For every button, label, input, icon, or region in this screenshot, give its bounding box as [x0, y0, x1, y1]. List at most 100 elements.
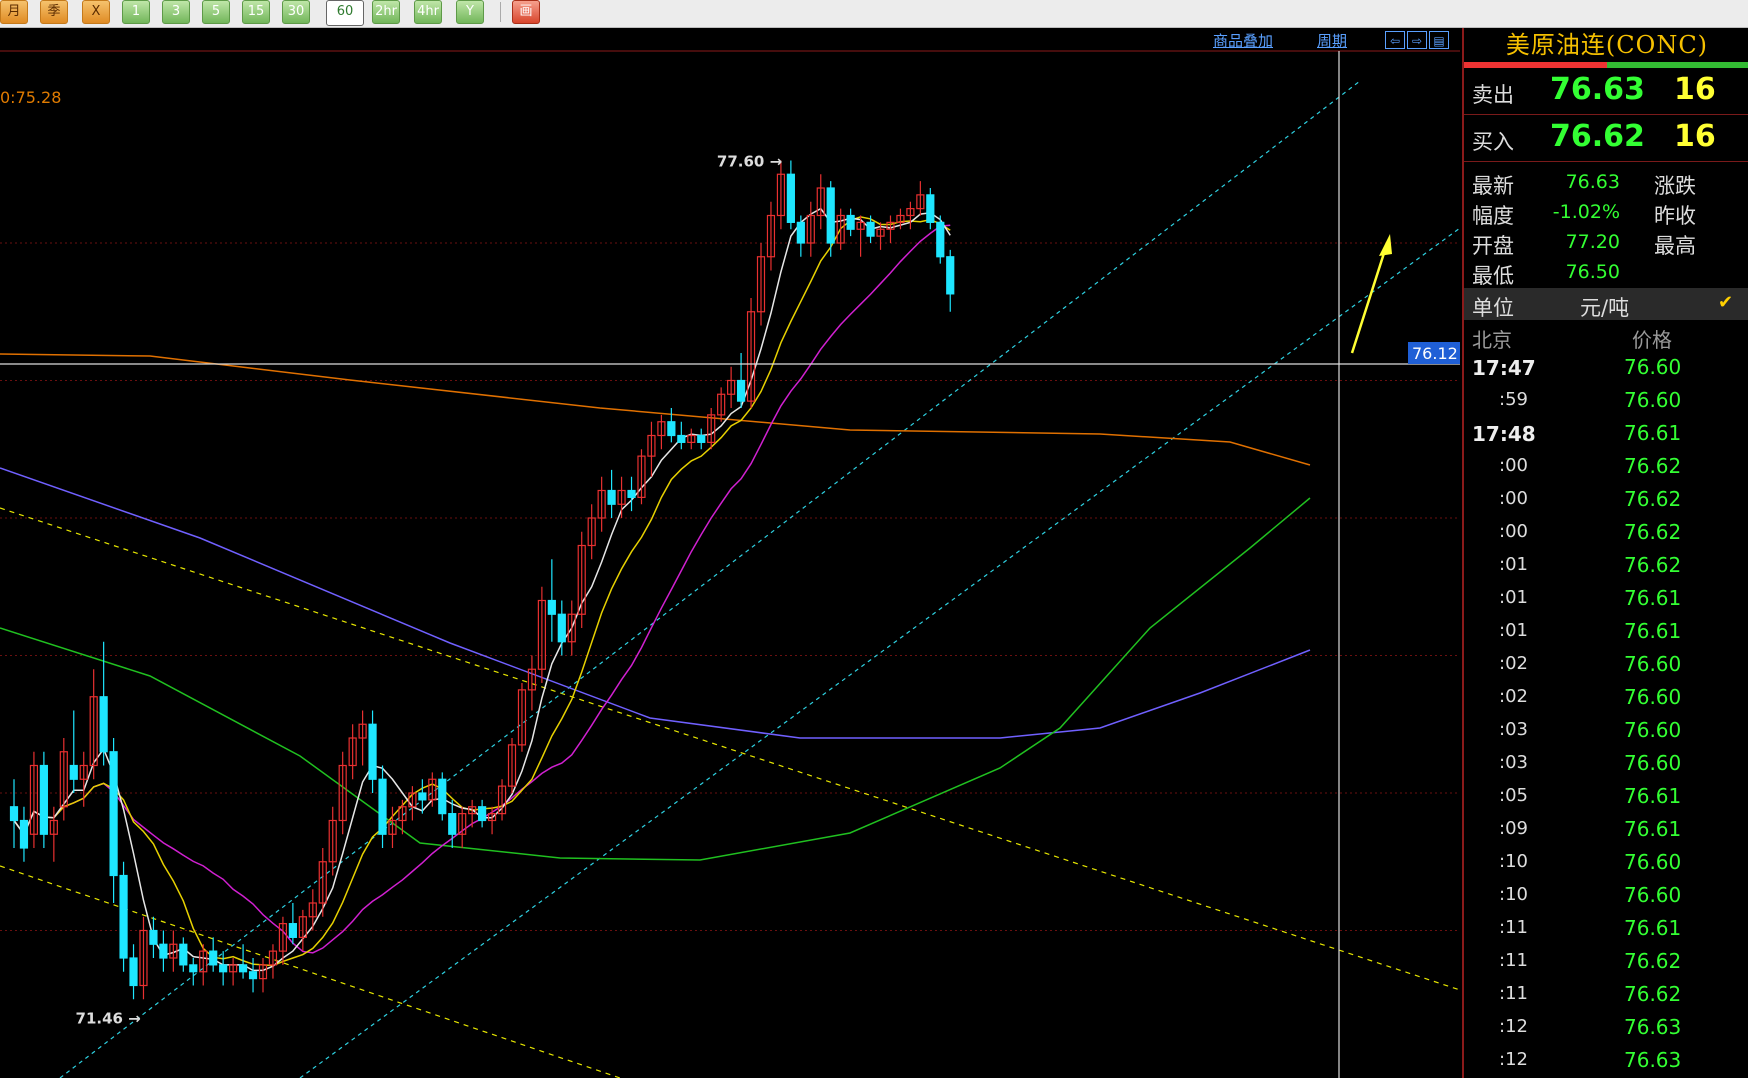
- candle-body: [478, 806, 487, 822]
- candle-body: [248, 971, 258, 980]
- tick-time: :11: [1499, 983, 1528, 1004]
- tick-row: :10 76.60: [1464, 878, 1748, 911]
- tick-time: :09: [1499, 818, 1528, 839]
- candle-body: [866, 221, 875, 237]
- buy-volume: 16: [1674, 119, 1716, 154]
- downtrend-line: [0, 507, 1460, 991]
- candle-body: [368, 723, 377, 780]
- candle-body: [129, 957, 138, 987]
- buy-price: 76.62: [1550, 119, 1645, 154]
- candle-body: [189, 964, 198, 973]
- toolbar-button-Y[interactable]: Y: [456, 0, 484, 24]
- ma60-line: [0, 497, 1311, 861]
- tick-row: :01 76.62: [1464, 548, 1748, 581]
- toolbar-button-2hr[interactable]: 2hr: [372, 0, 400, 24]
- candle-body: [796, 221, 805, 244]
- annotation-arrow-head: [1379, 234, 1392, 256]
- chart-canvas[interactable]: 77.60 → 71.46 → 76.12: [0, 28, 1460, 1078]
- tick-price: 76.62: [1624, 454, 1682, 478]
- candle-body: [149, 929, 158, 945]
- info-label: 幅度: [1472, 204, 1514, 228]
- toolbar-button-X[interactable]: X: [82, 0, 110, 24]
- sell-volume: 16: [1674, 72, 1716, 107]
- tick-time: :00: [1499, 521, 1528, 542]
- downtrend-line: [0, 865, 621, 1078]
- tick-price: 76.63: [1624, 1015, 1682, 1039]
- chart-toolbar: 月季 X 1 3 5 15 30 60 2hr 4hr Y 画: [0, 0, 1748, 28]
- ma-readout: 0:75.28: [0, 88, 62, 107]
- scroll-right-icon[interactable]: ⇨: [1407, 31, 1427, 49]
- sell-row[interactable]: 卖出 76.63 16: [1464, 68, 1748, 115]
- unit-row: 单位 元/吨 ✔: [1464, 288, 1748, 320]
- tick-price: 76.60: [1624, 652, 1682, 676]
- tick-row: :10 76.60: [1464, 845, 1748, 878]
- buy-label: 买入: [1472, 130, 1514, 154]
- period-link[interactable]: 周期: [1317, 30, 1347, 51]
- info-value: 76.50: [1565, 261, 1620, 283]
- toolbar-button-1[interactable]: 1: [122, 0, 150, 24]
- tick-row: :12 76.63: [1464, 1010, 1748, 1043]
- tick-price: 76.62: [1624, 487, 1682, 511]
- toolbar-button-4hr[interactable]: 4hr: [414, 0, 442, 24]
- toolbar-button-3[interactable]: 3: [162, 0, 190, 24]
- toolbar-button-60[interactable]: 60: [326, 0, 364, 26]
- candle-body: [179, 943, 188, 966]
- buy-row[interactable]: 买入 76.62 16: [1464, 115, 1748, 162]
- toolbar-separator: [500, 2, 501, 22]
- candle-body: [607, 489, 616, 505]
- tick-price: 76.60: [1624, 388, 1682, 412]
- toolbar-button-月[interactable]: 月: [0, 0, 28, 24]
- tick-row: :11 76.62: [1464, 944, 1748, 977]
- candle-body: [69, 764, 78, 780]
- candlestick-chart[interactable]: 77.60 → 71.46 → 76.12 0:75.28: [0, 28, 1460, 1078]
- high-label: 77.60 →: [717, 153, 782, 171]
- tick-time: :01: [1499, 620, 1528, 641]
- tick-time: :59: [1499, 389, 1528, 410]
- tick-header-price: 价格: [1632, 328, 1672, 352]
- candle-body: [159, 943, 168, 959]
- info-row: 最低 76.50: [1464, 258, 1748, 288]
- tick-price: 76.62: [1624, 949, 1682, 973]
- tick-row: :00 76.62: [1464, 449, 1748, 482]
- info-row: 最新 76.63 涨跌: [1464, 168, 1748, 198]
- info-value: -1.02%: [1552, 201, 1620, 223]
- sell-label: 卖出: [1472, 83, 1514, 107]
- toolbar-button-5[interactable]: 5: [202, 0, 230, 24]
- toolbar-button-画[interactable]: 画: [512, 0, 540, 24]
- candle-body: [238, 964, 248, 973]
- tick-row: :03 76.60: [1464, 746, 1748, 779]
- tick-row: :00 76.62: [1464, 515, 1748, 548]
- channel-line: [299, 227, 1460, 1078]
- tick-price: 76.60: [1624, 751, 1682, 775]
- overlay-commodity-link[interactable]: 商品叠加: [1213, 30, 1273, 51]
- tick-time: :01: [1499, 587, 1528, 608]
- toolbar-button-季[interactable]: 季: [40, 0, 68, 24]
- candle-body: [438, 778, 447, 815]
- tick-price: 76.60: [1624, 883, 1682, 907]
- toolbar-button-15[interactable]: 15: [242, 0, 270, 24]
- tick-time: :03: [1499, 752, 1528, 773]
- tick-price: 76.61: [1624, 916, 1682, 940]
- candle-body: [736, 379, 746, 402]
- tick-time: :02: [1499, 686, 1528, 707]
- toolbar-button-30[interactable]: 30: [282, 0, 310, 24]
- candle-body: [677, 434, 686, 443]
- tick-row: :02 76.60: [1464, 680, 1748, 713]
- candle-body: [378, 778, 387, 835]
- check-icon[interactable]: ✔: [1718, 292, 1733, 313]
- crosshair-price: 76.12: [1412, 344, 1458, 363]
- info-row: 开盘 77.20 最高: [1464, 228, 1748, 258]
- info-label2: 涨跌: [1654, 174, 1696, 198]
- ma120-line: [0, 467, 1311, 739]
- layout-icon[interactable]: ▤: [1429, 31, 1449, 49]
- info-label2: 最高: [1654, 234, 1696, 258]
- tick-row: :59 76.60: [1464, 383, 1748, 416]
- scroll-left-icon[interactable]: ⇦: [1385, 31, 1405, 49]
- candle-body: [846, 214, 855, 230]
- chart-nav-icons: ⇦ ⇨ ▤: [1385, 30, 1451, 50]
- tick-price: 76.62: [1624, 553, 1682, 577]
- tick-list[interactable]: 17:47 76.60:59 76.60 17:48 76.61:00 76.62:00 7…: [1464, 350, 1748, 1076]
- candle-body: [109, 751, 118, 877]
- unit-value: 元/吨: [1580, 296, 1630, 320]
- tick-row: :00 76.62: [1464, 482, 1748, 515]
